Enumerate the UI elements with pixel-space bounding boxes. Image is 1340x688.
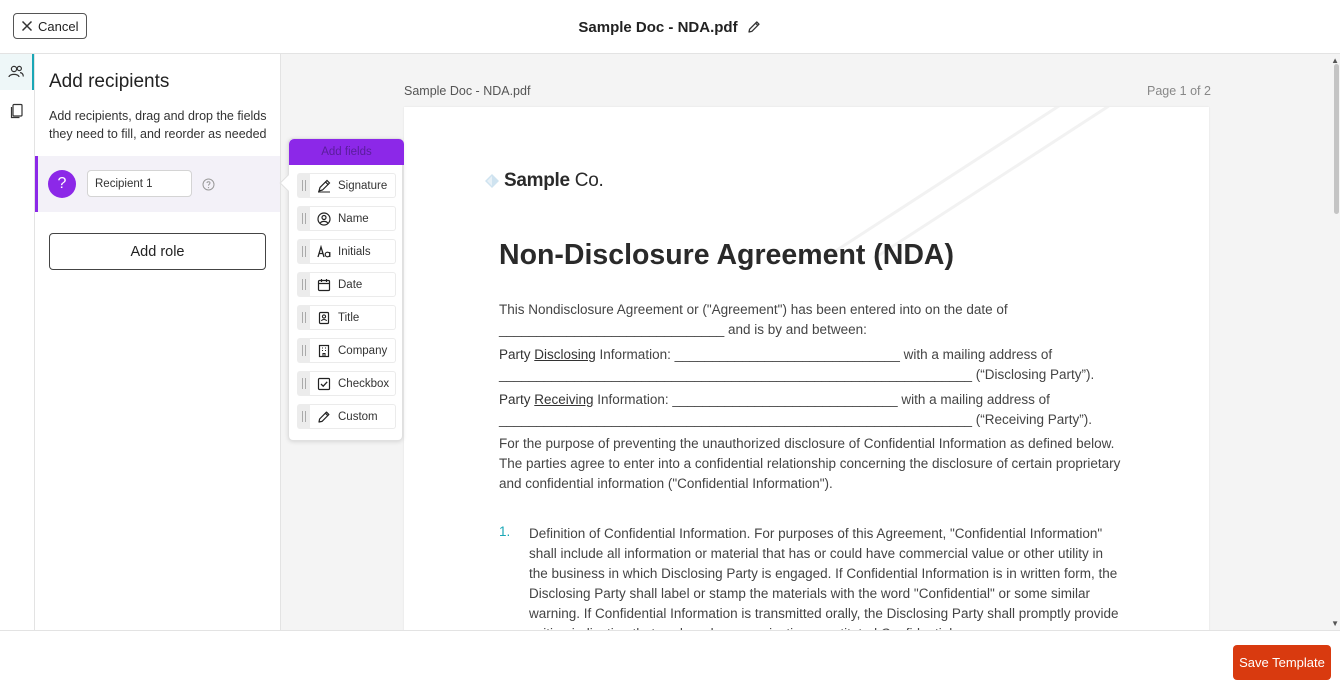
signature-pen-icon [318, 179, 331, 192]
list-item-text: Definition of Confidential Information. … [529, 526, 1119, 630]
save-template-button[interactable]: Save Template [1233, 645, 1331, 680]
initials-icon [317, 244, 331, 257]
rail-pages-button[interactable] [0, 93, 34, 129]
field-name-body: Name [310, 206, 396, 231]
drag-handle-icon[interactable] [297, 239, 310, 264]
field-custom[interactable]: Custom [297, 404, 396, 429]
cancel-label: Cancel [38, 18, 79, 34]
add-fields-popover: Add fields Signature Name Initials Date [279, 138, 404, 441]
recipients-icon [8, 65, 24, 78]
drag-handle-icon[interactable] [297, 206, 310, 231]
add-fields-header: Add fields [289, 139, 404, 165]
logo-text: Sample Co. [504, 170, 604, 192]
field-company-body: Company [310, 338, 396, 363]
field-date-body: Date [310, 272, 396, 297]
field-signature-body: Signature [310, 173, 396, 198]
field-label: Custom [338, 410, 378, 423]
field-title[interactable]: Title [297, 305, 396, 330]
vertical-scrollbar[interactable]: ▲ ▼ [1331, 54, 1340, 630]
panel-title: Add recipients [49, 71, 170, 92]
disclosing-word: Disclosing [534, 347, 596, 362]
calendar-icon [317, 278, 331, 291]
field-signature[interactable]: Signature [297, 173, 396, 198]
document-title: Sample Doc - NDA.pdf [578, 18, 738, 36]
recipients-panel: Add recipients Add recipients, drag and … [35, 54, 281, 630]
field-label: Initials [338, 245, 371, 258]
field-checkbox[interactable]: Checkbox [297, 371, 396, 396]
drag-handle-icon[interactable] [297, 305, 310, 330]
document-canvas: Sample Doc - NDA.pdf Page 1 of 2 Sample … [281, 54, 1340, 630]
document-title-area: Sample Doc - NDA.pdf [0, 0, 1340, 54]
disclosing-prefix: Party [499, 347, 535, 362]
intro-paragraph: This Nondisclosure Agreement or ("Agreem… [499, 300, 1124, 340]
pencil-icon [318, 411, 330, 423]
page-decoration [873, 107, 1110, 260]
list-item-number: 1. [499, 524, 511, 539]
receiving-party-paragraph: Party Receiving Information: ___________… [499, 390, 1124, 430]
recipient-avatar: ? [48, 170, 76, 198]
nda-title: Non-Disclosure Agreement (NDA) [499, 239, 954, 271]
disclosing-suffix: Information: ___________________________… [595, 347, 1053, 362]
pages-icon [10, 103, 23, 119]
drag-handle-icon[interactable] [297, 272, 310, 297]
field-name[interactable]: Name [297, 206, 396, 231]
recipient-row[interactable]: ? [35, 156, 280, 212]
field-date[interactable]: Date [297, 272, 396, 297]
footer-bar: Save Template [0, 630, 1340, 688]
drag-handle-icon[interactable] [297, 338, 310, 363]
field-initials-body: Initials [310, 239, 396, 264]
edit-title-pencil-icon[interactable] [746, 19, 762, 35]
field-checkbox-body: Checkbox [310, 371, 396, 396]
person-circle-icon [317, 211, 331, 226]
help-icon[interactable] [202, 178, 215, 191]
page-decoration [823, 107, 1077, 260]
top-bar: Cancel Sample Doc - NDA.pdf [0, 0, 1340, 54]
drag-handle-icon[interactable] [297, 404, 310, 429]
intro-line-1: This Nondisclosure Agreement or ("Agreem… [499, 302, 1008, 317]
field-custom-body: Custom [310, 404, 396, 429]
recipient-name-input[interactable] [87, 170, 192, 197]
field-label: Signature [338, 179, 388, 192]
field-label: Checkbox [338, 377, 390, 390]
field-label: Date [338, 278, 363, 291]
rail-recipients-button[interactable] [0, 54, 34, 90]
disclosing-party-paragraph: Party Disclosing Information: __________… [499, 345, 1124, 385]
field-label: Company [338, 344, 388, 357]
intro-line-2: ______________________________ and is by… [499, 322, 867, 337]
receiving-line-2: ________________________________________… [499, 412, 1093, 427]
receiving-word: Receiving [534, 392, 594, 407]
field-company[interactable]: Company [297, 338, 396, 363]
add-role-button[interactable]: Add role [49, 233, 266, 270]
field-title-body: Title [310, 305, 396, 330]
purpose-paragraph: For the purpose of preventing the unauth… [499, 436, 1121, 491]
cancel-button[interactable]: Cancel [13, 13, 88, 39]
receiving-suffix: Information: ___________________________… [593, 392, 1050, 407]
left-rail [0, 54, 35, 630]
close-icon [21, 20, 33, 32]
field-label: Name [338, 212, 369, 225]
page-indicator: Page 1 of 2 [1147, 84, 1211, 98]
drag-handle-icon[interactable] [297, 371, 310, 396]
disclosing-line-2: ________________________________________… [499, 367, 1095, 382]
field-label: Title [338, 311, 360, 324]
drag-handle-icon[interactable] [297, 173, 310, 198]
viewer-file-name: Sample Doc - NDA.pdf [404, 84, 531, 98]
badge-icon [318, 311, 330, 324]
checkbox-icon [317, 377, 331, 390]
scroll-down-arrow-icon[interactable]: ▼ [1331, 619, 1339, 628]
disclosing-line-1: Party Disclosing Information: __________… [499, 345, 1124, 365]
scroll-thumb[interactable] [1334, 64, 1339, 214]
company-logo: Sample Co. [484, 170, 604, 192]
building-icon [318, 344, 330, 357]
field-initials[interactable]: Initials [297, 239, 396, 264]
receiving-prefix: Party [499, 392, 535, 407]
logo-suffix: Co. [574, 170, 604, 191]
logo-mark-icon [485, 174, 499, 188]
panel-description: Add recipients, drag and drop the fields… [49, 109, 267, 141]
receiving-line-1: Party Receiving Information: ___________… [499, 390, 1124, 410]
document-page: Sample Co. Non-Disclosure Agreement (NDA… [404, 107, 1209, 630]
logo-name: Sample [504, 170, 570, 191]
